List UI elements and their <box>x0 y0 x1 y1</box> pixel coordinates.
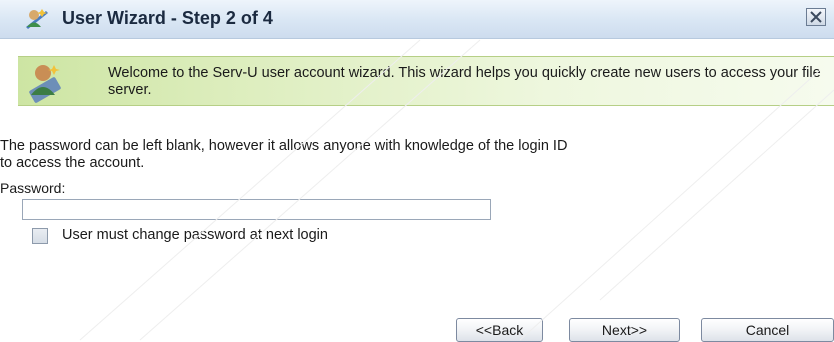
cancel-button[interactable]: Cancel <box>701 318 834 342</box>
close-button[interactable] <box>806 8 826 26</box>
welcome-banner: Welcome to the Serv-U user account wizar… <box>18 56 834 106</box>
user-wizard-icon <box>24 59 68 103</box>
title-bar[interactable]: User Wizard - Step 2 of 4 <box>0 0 834 39</box>
close-icon <box>810 11 822 23</box>
change-password-label: User must change password at next login <box>62 227 328 243</box>
window-title: User Wizard - Step 2 of 4 <box>62 8 273 28</box>
password-input[interactable] <box>22 199 491 220</box>
back-button[interactable]: <<Back <box>456 318 543 342</box>
next-button[interactable]: Next>> <box>569 318 680 342</box>
change-password-checkbox[interactable] <box>32 228 48 244</box>
welcome-text: Welcome to the Serv-U user account wizar… <box>108 65 821 98</box>
user-wizard-icon <box>22 7 50 31</box>
password-info-text: The password can be left blank, however … <box>0 138 568 171</box>
password-label: Password: <box>0 180 66 196</box>
user-wizard-window: User Wizard - Step 2 of 4 Welcome to the… <box>0 0 834 342</box>
